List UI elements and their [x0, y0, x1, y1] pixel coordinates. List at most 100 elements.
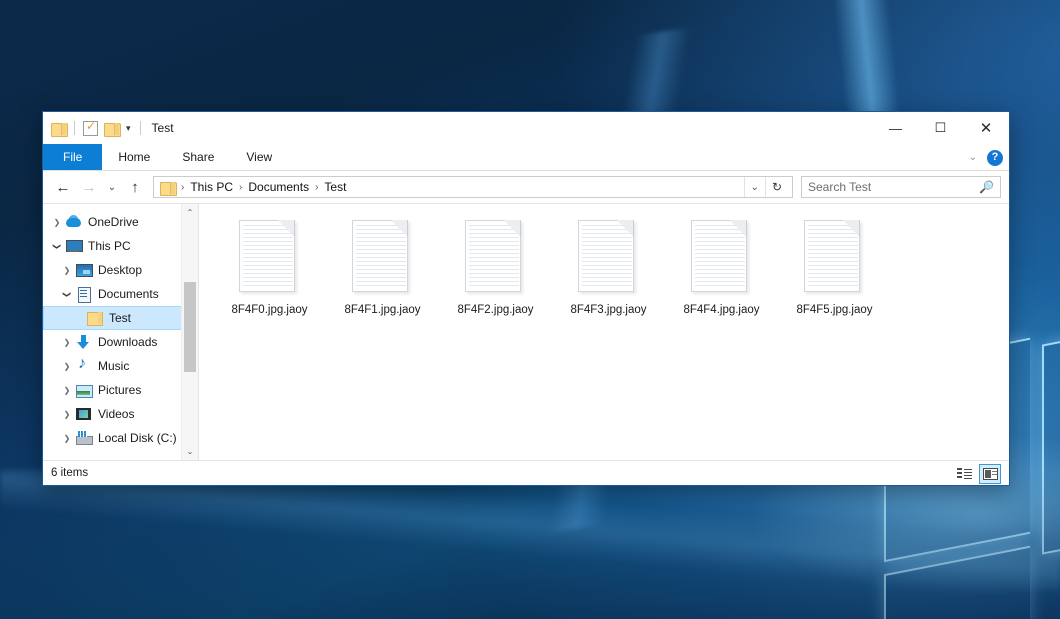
sidebar-item-label: OneDrive — [88, 215, 139, 229]
file-item[interactable]: 8F4F4.jpg.jaoy — [665, 216, 778, 334]
ribbon-right-controls: ⌄ ? — [969, 144, 1003, 171]
file-item[interactable]: 8F4F2.jpg.jaoy — [439, 216, 552, 334]
sidebar-item-label: Local Disk (C:) — [98, 431, 177, 445]
file-item[interactable]: 8F4F3.jpg.jaoy — [552, 216, 665, 334]
scrollbar-thumb[interactable] — [184, 282, 196, 372]
downloads-icon — [75, 334, 93, 350]
sidebar-item-music[interactable]: ❯ Music — [43, 354, 198, 378]
quick-access-toolbar: ▾ — [51, 121, 143, 136]
generic-document-icon — [239, 220, 301, 298]
address-bar-actions: ⌄ ↻ — [744, 177, 788, 197]
sidebar-item-local-disk-c[interactable]: ❯ Local Disk (C:) — [43, 426, 198, 450]
tab-share[interactable]: Share — [166, 144, 230, 170]
divider — [74, 121, 75, 135]
minimize-button[interactable]: — — [873, 112, 918, 144]
window-title: Test — [152, 121, 174, 135]
file-name: 8F4F3.jpg.jaoy — [570, 304, 646, 316]
details-view-button[interactable] — [953, 464, 975, 484]
customize-dropdown-icon[interactable]: ▾ — [125, 124, 132, 133]
search-icon[interactable]: 🔍 — [979, 180, 994, 194]
address-dropdown-icon[interactable]: ⌄ — [744, 177, 765, 197]
file-explorer-window: ▾ Test — ☐ ✕ File Home Share View ⌄ ? ← … — [42, 111, 1010, 486]
up-button[interactable]: ↑ — [123, 175, 147, 199]
breadcrumb-separator: › — [237, 182, 244, 193]
tab-view[interactable]: View — [230, 144, 288, 170]
forward-button[interactable]: → — [77, 175, 101, 199]
desktop: ▾ Test — ☐ ✕ File Home Share View ⌄ ? ← … — [0, 0, 1060, 619]
sidebar-item-test[interactable]: Test — [43, 306, 198, 330]
divider — [140, 121, 141, 135]
file-name: 8F4F0.jpg.jaoy — [231, 304, 307, 316]
file-item[interactable]: 8F4F5.jpg.jaoy — [778, 216, 891, 334]
expand-ribbon-icon[interactable]: ⌄ — [969, 152, 977, 163]
maximize-button[interactable]: ☐ — [918, 112, 963, 144]
search-input[interactable]: Search Test — [808, 180, 979, 194]
navigation-tree: ❯ OneDrive ❯ This PC ❯ Desktop — [43, 204, 198, 450]
address-bar[interactable]: › This PC › Documents › Test ⌄ ↻ — [153, 176, 793, 198]
tab-home[interactable]: Home — [102, 144, 166, 170]
properties-icon[interactable] — [83, 121, 98, 136]
sidebar-item-downloads[interactable]: ❯ Downloads — [43, 330, 198, 354]
breadcrumb-item-this-pc[interactable]: This PC — [187, 180, 236, 194]
breadcrumb-item-documents[interactable]: Documents — [245, 180, 312, 194]
scroll-up-icon[interactable]: ⌃ — [182, 204, 198, 221]
sidebar-item-label: Downloads — [98, 335, 157, 349]
ribbon-tabs: File Home Share View ⌄ ? — [43, 144, 1009, 171]
recent-locations-button[interactable]: ⌄ — [103, 175, 121, 199]
sidebar-item-label: This PC — [88, 239, 131, 253]
chevron-right-icon[interactable]: ❯ — [59, 434, 75, 443]
back-button[interactable]: ← — [51, 175, 75, 199]
chevron-right-icon[interactable]: ❯ — [59, 338, 75, 347]
generic-document-icon — [691, 220, 753, 298]
tab-file[interactable]: File — [43, 144, 102, 170]
pictures-icon — [75, 382, 93, 398]
file-list-view[interactable]: 8F4F0.jpg.jaoy 8F4F1.jpg.jaoy — [199, 204, 1009, 460]
chevron-right-icon[interactable]: ❯ — [59, 266, 75, 275]
details-view-icon — [957, 468, 972, 480]
sidebar-item-onedrive[interactable]: ❯ OneDrive — [43, 210, 198, 234]
folder-icon — [160, 181, 175, 194]
scroll-down-icon[interactable]: ⌄ — [182, 443, 198, 460]
sidebar-item-label: Music — [98, 359, 129, 373]
sidebar-item-label: Pictures — [98, 383, 141, 397]
chevron-right-icon[interactable]: ❯ — [49, 218, 65, 227]
sidebar-item-this-pc[interactable]: ❯ This PC — [43, 234, 198, 258]
local-disk-icon — [75, 430, 93, 446]
this-pc-icon — [65, 238, 83, 254]
breadcrumb-item-test[interactable]: Test — [321, 180, 349, 194]
file-item[interactable]: 8F4F0.jpg.jaoy — [213, 216, 326, 334]
chevron-down-icon[interactable]: ❯ — [53, 238, 62, 254]
file-name: 8F4F4.jpg.jaoy — [683, 304, 759, 316]
navigation-pane: ❯ OneDrive ❯ This PC ❯ Desktop — [43, 204, 199, 460]
title-bar: ▾ Test — ☐ ✕ — [43, 112, 1009, 144]
generic-document-icon — [804, 220, 866, 298]
documents-icon — [75, 286, 93, 302]
chevron-right-icon[interactable]: ❯ — [59, 362, 75, 371]
search-box[interactable]: Search Test 🔍 — [801, 176, 1001, 198]
file-item[interactable]: 8F4F1.jpg.jaoy — [326, 216, 439, 334]
refresh-icon[interactable]: ↻ — [765, 177, 788, 197]
sidebar-item-desktop[interactable]: ❯ Desktop — [43, 258, 198, 282]
chevron-right-icon[interactable]: ❯ — [59, 410, 75, 419]
music-icon — [75, 358, 93, 374]
folder-icon[interactable] — [51, 122, 66, 135]
sidebar-item-documents[interactable]: ❯ Documents — [43, 282, 198, 306]
large-icons-view-icon — [983, 468, 998, 480]
sidebar-item-label: Test — [109, 311, 131, 325]
chevron-right-icon[interactable]: ❯ — [59, 386, 75, 395]
sidebar-item-label: Documents — [98, 287, 159, 301]
sidebar-item-pictures[interactable]: ❯ Pictures — [43, 378, 198, 402]
navigation-pane-scrollbar[interactable]: ⌃ ⌄ — [181, 204, 198, 460]
chevron-down-icon[interactable]: ❯ — [63, 286, 72, 302]
videos-icon — [75, 406, 93, 422]
close-button[interactable]: ✕ — [963, 112, 1009, 144]
wallpaper-shade — [0, 469, 1060, 619]
explorer-body: ❯ OneDrive ❯ This PC ❯ Desktop — [43, 203, 1009, 460]
large-icons-view-button[interactable] — [979, 464, 1001, 484]
new-folder-icon[interactable] — [104, 122, 119, 135]
breadcrumb-separator: › — [313, 182, 320, 193]
item-count-label: 6 items — [51, 467, 88, 479]
sidebar-item-videos[interactable]: ❯ Videos — [43, 402, 198, 426]
help-icon[interactable]: ? — [987, 150, 1003, 166]
generic-document-icon — [352, 220, 414, 298]
